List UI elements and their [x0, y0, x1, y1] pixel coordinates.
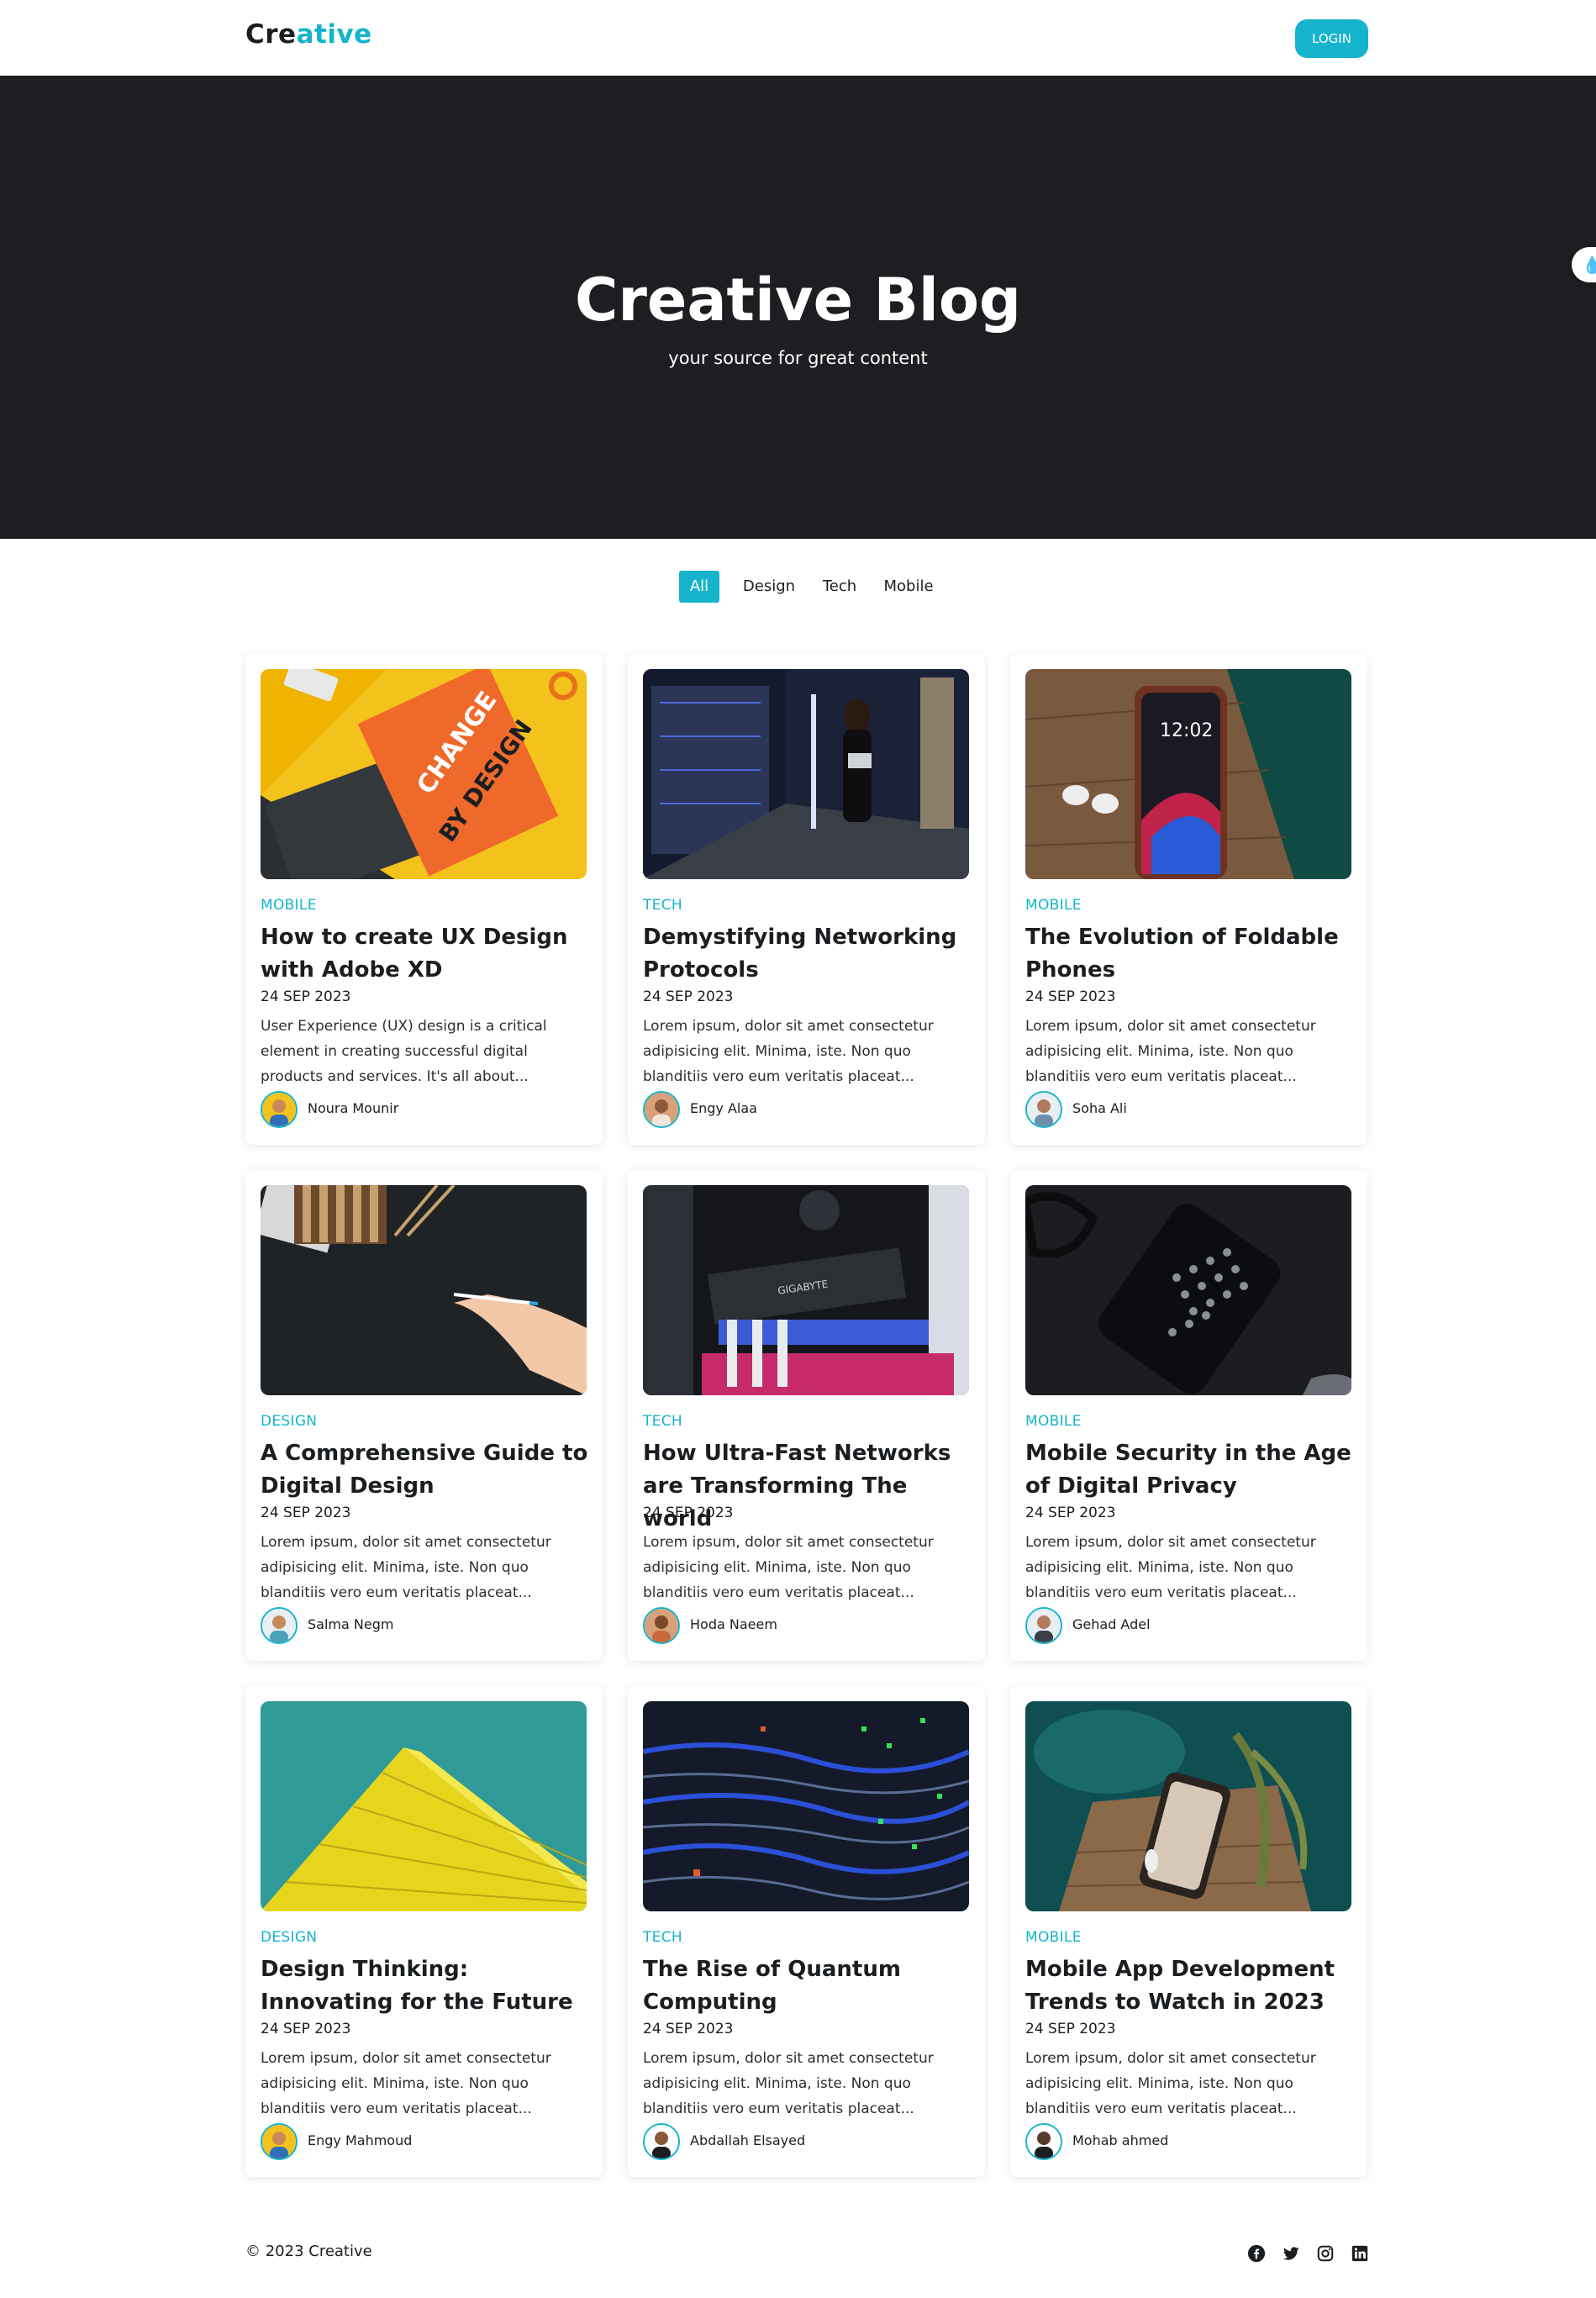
post-date: 24 SEP 2023	[643, 2021, 734, 2037]
post-thumbnail[interactable]	[261, 1701, 587, 1911]
post-category: MOBILE	[1025, 897, 1082, 914]
post-category: TECH	[643, 1413, 682, 1430]
post-excerpt: Lorem ipsum, dolor sit amet consectetur …	[643, 1534, 934, 1601]
post-thumbnail[interactable]	[643, 1701, 969, 1911]
author-name: Engy Alaa	[690, 1100, 757, 1116]
post-card[interactable]: TECH The Rise of Quantum Computing 24 SE…	[628, 1686, 985, 2177]
post-card[interactable]: MOBILE Mobile App Development Trends to …	[1010, 1686, 1367, 2177]
post-date: 24 SEP 2023	[1025, 988, 1116, 1005]
post-date: 24 SEP 2023	[1025, 2021, 1116, 2037]
author-name: Salma Negm	[308, 1616, 394, 1632]
filter-mobile[interactable]: Mobile	[876, 571, 941, 603]
post-thumbnail[interactable]	[261, 1185, 587, 1395]
hero-title: Creative Blog	[574, 266, 1022, 335]
post-excerpt: Lorem ipsum, dolor sit amet consectetur …	[1025, 2050, 1316, 2117]
twitter-icon[interactable]	[1282, 2244, 1300, 2263]
post-excerpt: Lorem ipsum, dolor sit amet consectetur …	[1025, 1534, 1316, 1601]
post-date: 24 SEP 2023	[643, 1505, 734, 1521]
navbar: Creative LOGIN	[0, 0, 1596, 76]
post-date: 24 SEP 2023	[1025, 1505, 1116, 1521]
author-name: Hoda Naeem	[690, 1616, 777, 1632]
post-date: 24 SEP 2023	[261, 1505, 351, 1521]
author-avatar	[643, 2123, 680, 2160]
post-thumbnail[interactable]	[1025, 1185, 1351, 1395]
author-avatar	[261, 1607, 298, 1644]
post-excerpt: Lorem ipsum, dolor sit amet consectetur …	[643, 1018, 934, 1085]
post-excerpt: Lorem ipsum, dolor sit amet consectetur …	[643, 2050, 934, 2117]
post-category: TECH	[643, 897, 682, 914]
author-avatar	[643, 1607, 680, 1644]
post-card[interactable]: DESIGN Design Thinking: Innovating for t…	[245, 1686, 603, 2177]
author-avatar	[261, 2123, 298, 2160]
author-name: Abdallah Elsayed	[690, 2132, 806, 2148]
filter-tech[interactable]: Tech	[815, 571, 864, 603]
author-avatar	[643, 1091, 680, 1128]
post-category: MOBILE	[1025, 1929, 1082, 1946]
linkedin-icon[interactable]	[1351, 2244, 1369, 2263]
post-card[interactable]: TECH Demystifying Networking Protocols 2…	[628, 654, 985, 1145]
author-avatar	[1025, 2123, 1062, 2160]
filter-all[interactable]: All	[679, 571, 719, 603]
post-category: MOBILE	[1025, 1413, 1082, 1430]
post-date: 24 SEP 2023	[261, 988, 351, 1005]
post-card[interactable]: GIGABYTE TECH How Ultra-Fast Networks ar…	[628, 1170, 985, 1661]
logo-text-accent: ative	[296, 19, 372, 50]
post-title[interactable]: Mobile App Development Trends to Watch i…	[1025, 1953, 1357, 2019]
author-avatar	[1025, 1607, 1062, 1644]
post-title[interactable]: How to create UX Design with Adobe XD	[261, 921, 593, 987]
post-card[interactable]: MOBILE Mobile Security in the Age of Dig…	[1010, 1170, 1367, 1661]
post-title[interactable]: A Comprehensive Guide to Digital Design	[261, 1437, 593, 1503]
post-excerpt: Lorem ipsum, dolor sit amet consectetur …	[1025, 1018, 1316, 1085]
author-name: Mohab ahmed	[1072, 2132, 1169, 2148]
post-excerpt: Lorem ipsum, dolor sit amet consectetur …	[261, 2050, 551, 2117]
post-category: TECH	[643, 1929, 682, 1946]
post-title[interactable]: Mobile Security in the Age of Digital Pr…	[1025, 1437, 1357, 1503]
post-thumbnail[interactable]	[643, 669, 969, 879]
post-thumbnail[interactable]	[1025, 1701, 1351, 1911]
post-card[interactable]: 12:02 MOBILE The Evolution of Foldable P…	[1010, 654, 1367, 1145]
login-button[interactable]: LOGIN	[1295, 19, 1368, 58]
footer-copyright: © 2023 Creative	[245, 2243, 372, 2260]
post-excerpt: User Experience (UX) design is a critica…	[261, 1018, 547, 1085]
post-date: 24 SEP 2023	[643, 988, 734, 1005]
post-category: DESIGN	[261, 1929, 318, 1946]
category-filter-bar: All Design Tech Mobile	[0, 571, 1596, 604]
svg-text:12:02: 12:02	[1160, 720, 1213, 741]
hero-banner: Creative Blog your source for great cont…	[0, 76, 1596, 539]
post-thumbnail[interactable]: 12:02	[1025, 669, 1351, 879]
author-name: Engy Mahmoud	[308, 2132, 413, 2148]
author-name: Gehad Adel	[1072, 1616, 1151, 1632]
instagram-icon[interactable]	[1316, 2244, 1335, 2263]
hero-subtitle: your source for great content	[668, 348, 928, 368]
post-excerpt: Lorem ipsum, dolor sit amet consectetur …	[261, 1534, 551, 1601]
logo-text-dark: Cre	[245, 19, 297, 50]
facebook-icon[interactable]	[1247, 2244, 1266, 2263]
post-category: DESIGN	[261, 1413, 318, 1430]
post-title[interactable]: Demystifying Networking Protocols	[643, 921, 975, 987]
post-thumbnail[interactable]: CHANGE BY DESIGN	[261, 669, 587, 879]
author-avatar	[1025, 1091, 1062, 1128]
author-name: Noura Mounir	[308, 1100, 399, 1116]
post-title[interactable]: Design Thinking: Innovating for the Futu…	[261, 1953, 593, 2019]
post-date: 24 SEP 2023	[261, 2021, 351, 2037]
author-name: Soha Ali	[1072, 1100, 1127, 1116]
author-avatar	[261, 1091, 298, 1128]
post-category: MOBILE	[261, 897, 317, 914]
post-card[interactable]: DESIGN A Comprehensive Guide to Digital …	[245, 1170, 603, 1661]
site-logo[interactable]: Creative	[245, 19, 372, 50]
post-card[interactable]: CHANGE BY DESIGN MOBILE How to create UX…	[245, 654, 603, 1145]
drop-icon: 💧	[1582, 255, 1596, 275]
post-thumbnail[interactable]: GIGABYTE	[643, 1185, 969, 1395]
post-title[interactable]: The Evolution of Foldable Phones	[1025, 921, 1357, 987]
filter-design[interactable]: Design	[736, 571, 802, 603]
post-title[interactable]: The Rise of Quantum Computing	[643, 1953, 975, 2019]
